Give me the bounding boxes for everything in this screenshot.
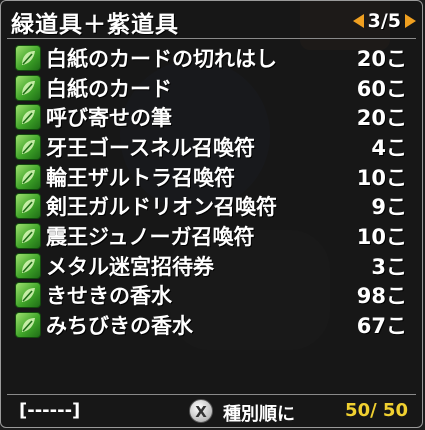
- item-name: きせきの香水: [46, 284, 172, 309]
- item-name: 白紙のカード: [46, 76, 172, 101]
- green-leaf-icon: [15, 193, 41, 220]
- item-quantity: 98こ: [356, 284, 407, 309]
- item-quantity: 20こ: [356, 46, 407, 71]
- item-row[interactable]: きせきの香水 98こ: [15, 281, 415, 311]
- green-leaf-icon: [15, 312, 41, 339]
- green-leaf-icon: [15, 282, 41, 309]
- next-page-arrow-icon[interactable]: [405, 14, 416, 28]
- title-divider: [7, 38, 416, 39]
- item-row[interactable]: メタル迷宮招待券 3こ: [15, 251, 415, 281]
- item-row[interactable]: 牙王ゴースネル召喚符 4こ: [15, 132, 415, 162]
- inventory-window: 緑道具＋紫道具 3/5 白紙のカードの切れはし 20こ 白紙のカード 60こ 呼び寄せの…: [0, 0, 423, 428]
- item-name: 輪王ザルトラ召喚符: [46, 165, 235, 190]
- item-list: 白紙のカードの切れはし 20こ 白紙のカード 60こ 呼び寄せの筆 20こ 牙王ゴースネル召…: [15, 43, 415, 340]
- item-name: 剣王ガルドリオン召喚符: [46, 195, 277, 220]
- item-quantity: 10こ: [356, 165, 407, 190]
- inventory-count: 50/ 50: [345, 400, 408, 421]
- footer-divider: [7, 394, 416, 395]
- green-leaf-icon: [15, 163, 41, 190]
- item-quantity: 4こ: [371, 135, 407, 160]
- green-leaf-icon: [15, 44, 41, 71]
- green-leaf-icon: [15, 222, 41, 249]
- green-leaf-icon: [15, 133, 41, 160]
- green-leaf-icon: [15, 252, 41, 279]
- empty-slot-label: [------]: [19, 400, 81, 421]
- item-quantity: 60こ: [356, 76, 407, 101]
- green-leaf-icon: [15, 104, 41, 131]
- item-row[interactable]: 呼び寄せの筆 20こ: [15, 102, 415, 132]
- x-button-icon[interactable]: X: [189, 399, 213, 423]
- item-quantity: 10こ: [356, 224, 407, 249]
- item-quantity: 20こ: [356, 106, 407, 131]
- item-name: 白紙のカードの切れはし: [46, 46, 277, 71]
- item-row[interactable]: みちびきの香水 67こ: [15, 310, 415, 340]
- sort-by-type-label[interactable]: 種別順に: [223, 400, 295, 426]
- item-row[interactable]: 震王ジュノーガ召喚符 10こ: [15, 221, 415, 251]
- item-name: メタル迷宮招待券: [46, 254, 214, 279]
- page-number: 3/5: [367, 10, 401, 32]
- title-bar: 緑道具＋紫道具 3/5: [7, 5, 416, 38]
- item-name: 牙王ゴースネル召喚符: [46, 135, 255, 160]
- previous-page-arrow-icon[interactable]: [352, 14, 364, 28]
- window-title: 緑道具＋紫道具: [11, 12, 179, 38]
- item-row[interactable]: 輪王ザルトラ召喚符 10こ: [15, 162, 415, 192]
- item-row[interactable]: 剣王ガルドリオン召喚符 9こ: [15, 191, 415, 221]
- page-indicator: 3/5: [352, 9, 416, 33]
- item-name: 震王ジュノーガ召喚符: [46, 224, 255, 249]
- item-quantity: 9こ: [371, 195, 407, 220]
- footer-bar: [------] X 種別順に 50/ 50: [1, 399, 422, 425]
- item-row[interactable]: 白紙のカードの切れはし 20こ: [15, 43, 415, 73]
- green-leaf-icon: [15, 74, 41, 101]
- item-name: みちびきの香水: [46, 314, 193, 339]
- item-row[interactable]: 白紙のカード 60こ: [15, 73, 415, 103]
- item-name: 呼び寄せの筆: [46, 106, 172, 131]
- item-quantity: 3こ: [371, 254, 407, 279]
- item-quantity: 67こ: [356, 314, 407, 339]
